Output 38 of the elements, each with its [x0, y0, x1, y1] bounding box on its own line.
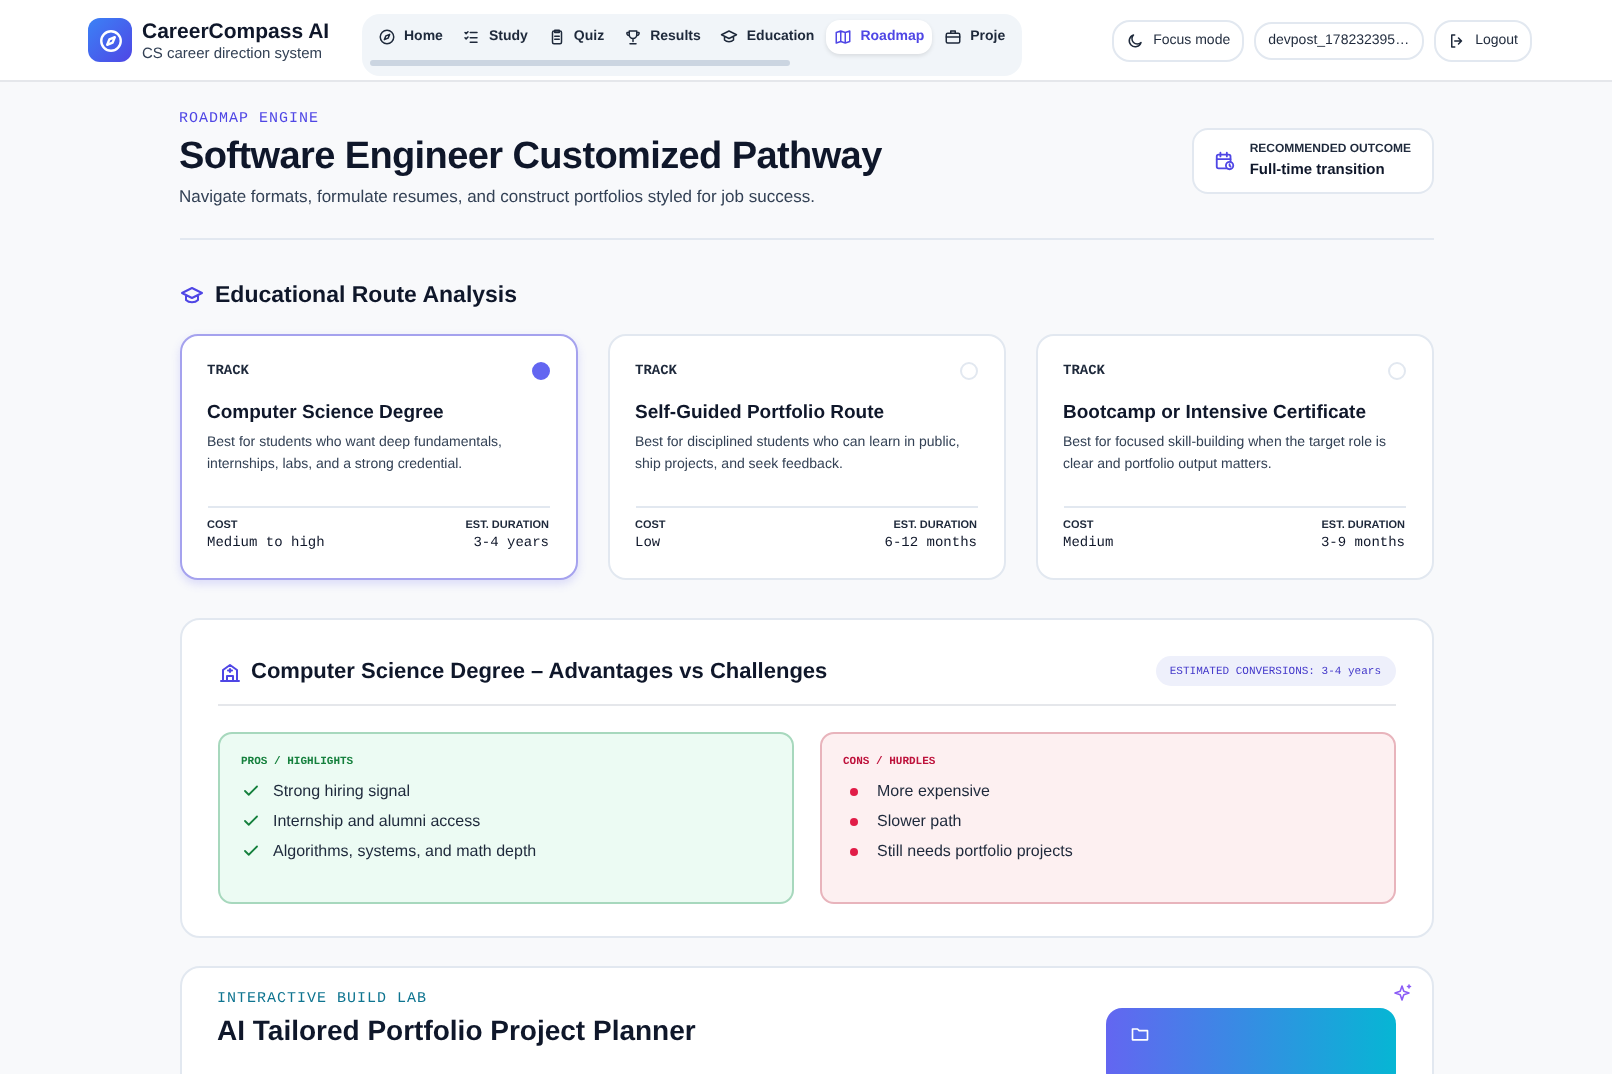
radio-indicator: [1387, 362, 1405, 380]
track-title: Bootcamp or Intensive Certificate: [1063, 402, 1369, 424]
build-lab-title: AI Tailored Portfolio Project Planner: [217, 1014, 696, 1046]
graduation-cap-icon: [179, 284, 203, 308]
page-title: Software Engineer Customized Pathway: [179, 136, 882, 180]
folder-icon: [1129, 1024, 1149, 1044]
radio-indicator: [959, 362, 977, 380]
bullet-dot: [849, 817, 857, 825]
radio-indicator: [531, 362, 549, 380]
bullet-dot: [849, 847, 857, 855]
compass-icon: [97, 27, 123, 53]
section-heading: Educational Route Analysis: [215, 284, 518, 308]
checklist-icon: [462, 28, 481, 46]
school-building-icon: [217, 659, 241, 683]
pro-item: Algorithms, systems, and math depth: [273, 842, 537, 860]
track-title: Self-Guided Portfolio Route: [635, 402, 887, 424]
gradient-button[interactable]: [1105, 1008, 1395, 1074]
briefcase-icon: [944, 28, 963, 46]
con-item: Still needs portfolio projects: [877, 842, 1073, 860]
clipboard-icon: [547, 28, 566, 46]
track-title: Computer Science Degree: [207, 402, 446, 424]
app-name: CareerCompass AI: [142, 19, 332, 43]
map-icon: [834, 28, 853, 46]
calendar-clock-icon: [1213, 150, 1236, 172]
con-item: Slower path: [877, 812, 962, 830]
con-item: More expensive: [877, 782, 990, 800]
compass-icon: [378, 28, 396, 46]
sparkle-icon: [1389, 982, 1413, 1006]
logout-icon: [1447, 31, 1466, 49]
pro-item: Strong hiring signal: [273, 782, 410, 800]
graduation-cap-icon: [720, 28, 739, 46]
comparison-title: Computer Science Degree – Advantages vs Challenges: [251, 659, 830, 683]
page-subtitle: Navigate formats, formulate resumes, and construct portfolios styled for job success.: [179, 186, 817, 206]
bullet-dot: [849, 787, 857, 795]
trophy-icon: [624, 28, 643, 46]
scrollbar[interactable]: [370, 60, 790, 66]
pro-item: Internship and alumni access: [273, 812, 481, 830]
moon-icon: [1125, 31, 1144, 49]
